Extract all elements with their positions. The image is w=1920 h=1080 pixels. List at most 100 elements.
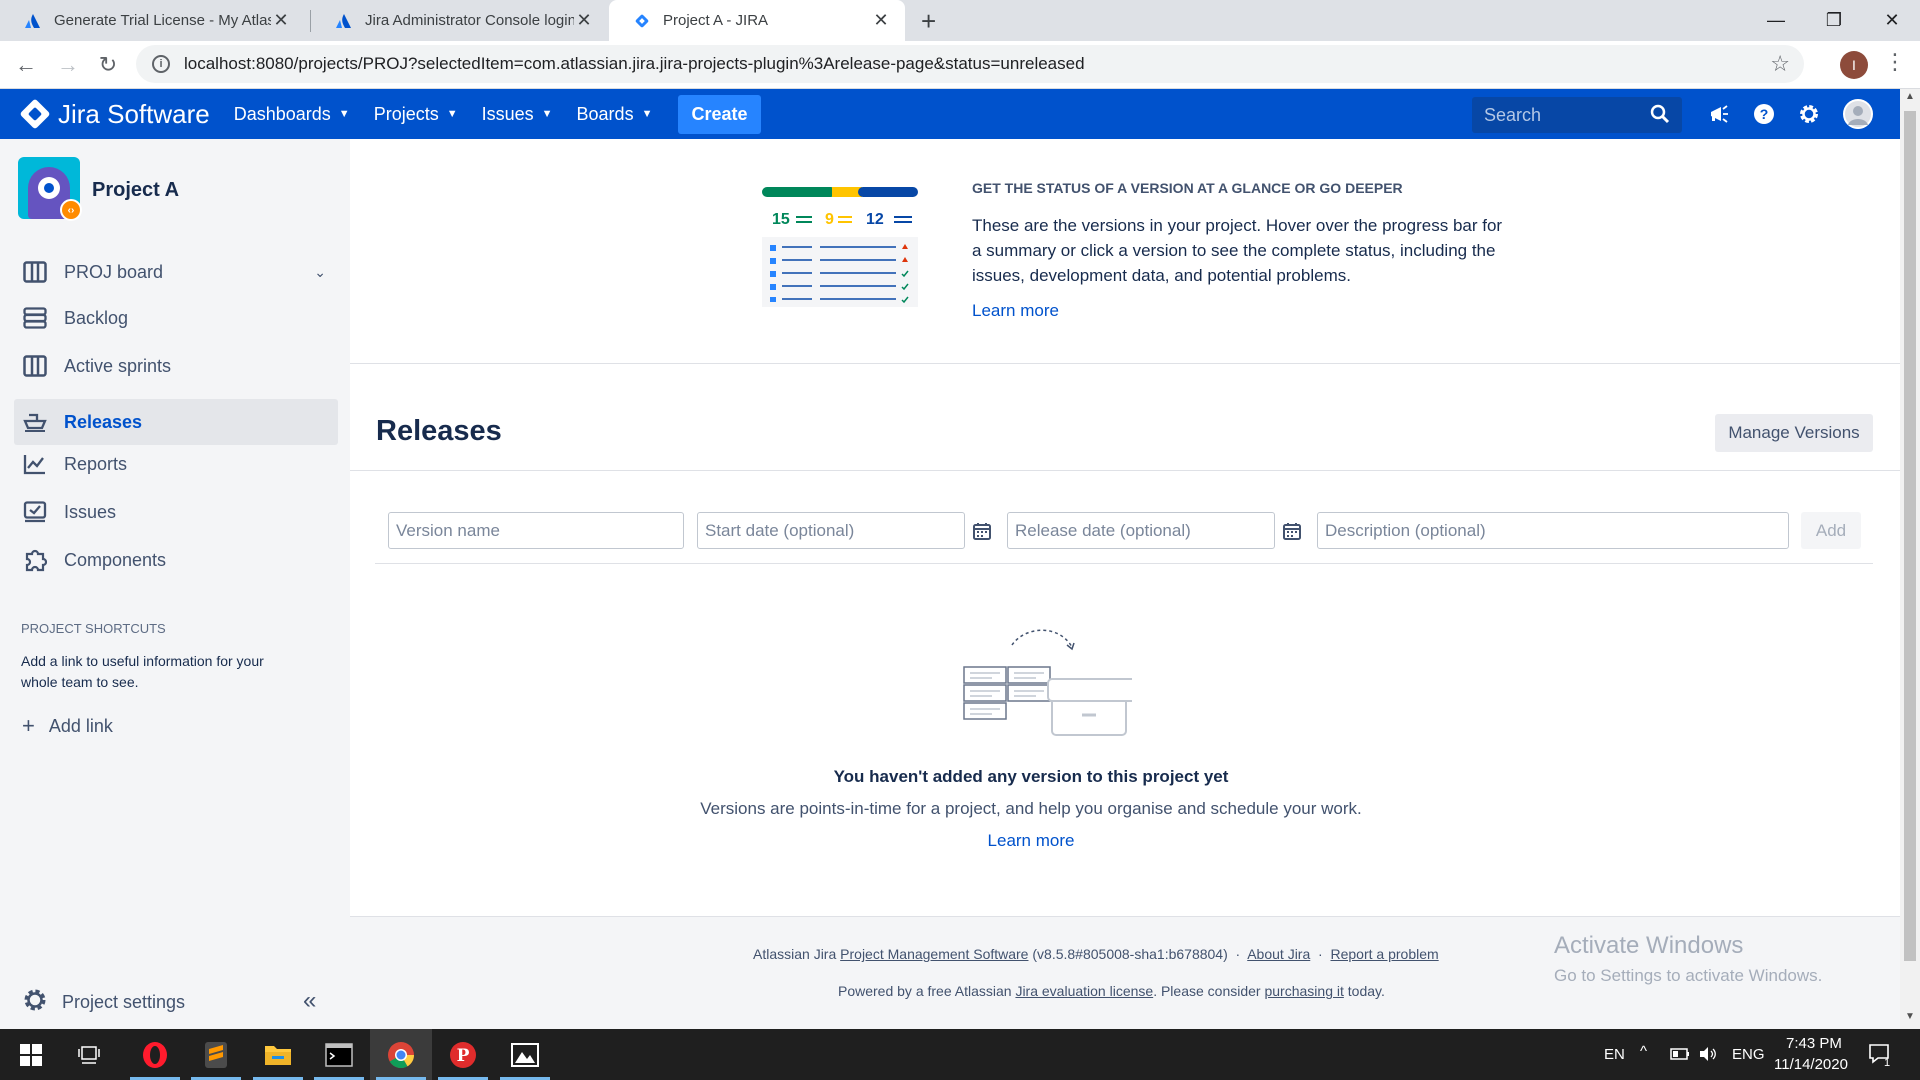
- collapse-sidebar-icon[interactable]: «: [303, 987, 316, 1015]
- footer-version: (v8.5.8#805008-sha1:b678804): [1032, 946, 1228, 962]
- close-tab-icon[interactable]: ✕: [871, 10, 891, 31]
- ship-icon: [22, 409, 48, 435]
- battery-icon[interactable]: [1670, 1047, 1690, 1061]
- footer-about-link[interactable]: About Jira: [1247, 946, 1310, 962]
- minimize-icon[interactable]: —: [1748, 0, 1804, 41]
- jira-logo[interactable]: Jira Software: [19, 98, 210, 130]
- footer-report-problem-link[interactable]: Report a problem: [1331, 946, 1439, 962]
- atlassian-icon: [25, 13, 40, 28]
- sidebar-item-components[interactable]: Components: [14, 537, 338, 583]
- footer-line-version: Atlassian Jira Project Management Softwa…: [753, 946, 1439, 962]
- sublime-text-icon[interactable]: [185, 1029, 247, 1080]
- close-window-icon[interactable]: ✕: [1864, 0, 1920, 41]
- divider: [350, 363, 1900, 364]
- browser-tab-project-a[interactable]: Project A - JIRA ✕: [609, 0, 905, 41]
- empty-state-heading: You haven't added any version to this pr…: [833, 767, 1229, 786]
- sidebar-item-board[interactable]: PROJ board ⌄: [14, 249, 338, 295]
- windows-taskbar: P EN ^ ENG 7:43 PM 11/14/2020 1: [0, 1029, 1920, 1080]
- feedback-megaphone-icon[interactable]: [1706, 101, 1732, 127]
- help-icon[interactable]: ?: [1751, 101, 1777, 127]
- tab-title: Jira Administrator Console login: [365, 12, 574, 29]
- sidebar-item-label: Components: [64, 549, 167, 570]
- divider: [375, 563, 1873, 564]
- user-avatar[interactable]: [1843, 99, 1873, 129]
- sidebar-item-active-sprints[interactable]: Active sprints: [14, 343, 338, 389]
- sidebar-item-releases[interactable]: Releases: [14, 399, 338, 445]
- url-field[interactable]: i localhost:8080/projects/PROJ?selectedI…: [136, 45, 1804, 83]
- chevron-down-icon[interactable]: ⌄: [314, 264, 326, 281]
- manage-versions-button[interactable]: Manage Versions: [1715, 414, 1873, 452]
- calendar-icon[interactable]: [1282, 521, 1302, 541]
- input-method[interactable]: ENG: [1732, 1046, 1765, 1063]
- reload-icon[interactable]: ↻: [92, 49, 124, 81]
- close-tab-icon[interactable]: ✕: [271, 10, 291, 31]
- clock-time[interactable]: 7:43 PM: [1786, 1035, 1842, 1052]
- site-info-icon[interactable]: i: [152, 55, 170, 73]
- project-settings-link[interactable]: Project settings: [22, 987, 185, 1018]
- browser-tab-admin-login[interactable]: Jira Administrator Console login ✕: [311, 0, 608, 41]
- empty-state-text: Versions are points-in-time for a projec…: [700, 799, 1362, 818]
- volume-icon[interactable]: [1698, 1046, 1718, 1062]
- browser-profile-avatar[interactable]: I: [1840, 51, 1868, 79]
- sidebar-item-backlog[interactable]: Backlog: [14, 295, 338, 341]
- photos-icon[interactable]: [494, 1029, 556, 1080]
- file-explorer-icon[interactable]: [247, 1029, 309, 1080]
- back-icon[interactable]: ←: [10, 49, 42, 81]
- terminal-icon[interactable]: [308, 1029, 370, 1080]
- sidebar-item-reports[interactable]: Reports: [14, 441, 338, 487]
- browser-menu-icon[interactable]: ⋮: [1884, 49, 1906, 75]
- promo-learn-more-link[interactable]: Learn more: [972, 301, 1059, 321]
- description-input[interactable]: Description (optional): [1317, 512, 1789, 549]
- restore-icon[interactable]: ❐: [1806, 0, 1862, 41]
- footer-purchase-link[interactable]: purchasing it: [1264, 983, 1343, 999]
- opera-icon[interactable]: [124, 1029, 186, 1080]
- project-sidebar: ‹› Project A PROJ board ⌄ Backlog Active…: [0, 139, 350, 1029]
- new-tab-icon[interactable]: +: [921, 6, 936, 37]
- close-tab-icon[interactable]: ✕: [574, 10, 594, 31]
- clock-date[interactable]: 11/14/2020: [1774, 1056, 1848, 1073]
- nav-projects[interactable]: Projects ▼: [374, 104, 458, 125]
- postman-like-icon[interactable]: P: [432, 1029, 494, 1080]
- start-date-input[interactable]: Start date (optional): [697, 512, 965, 549]
- windows-start-icon[interactable]: [0, 1029, 62, 1080]
- nav-dashboards[interactable]: Dashboards ▼: [234, 104, 350, 125]
- watermark-line1: Activate Windows: [1554, 932, 1744, 959]
- footer-license-link[interactable]: Jira evaluation license: [1015, 983, 1153, 999]
- page-scrollbar[interactable]: ▲ ▼: [1900, 89, 1920, 1029]
- svg-text:P: P: [457, 1046, 470, 1066]
- scroll-up-icon[interactable]: ▲: [1900, 91, 1920, 107]
- add-link-button[interactable]: + Add link: [22, 713, 113, 739]
- project-shortcuts-text: Add a link to useful information for you…: [21, 653, 264, 690]
- scroll-down-icon[interactable]: ▼: [1900, 1011, 1920, 1027]
- create-button[interactable]: Create: [678, 94, 761, 134]
- empty-state-learn-more-link[interactable]: Learn more: [350, 831, 1712, 851]
- count-in-progress: 9: [825, 211, 834, 228]
- keyboard-language[interactable]: EN: [1604, 1046, 1625, 1063]
- chart-icon: [22, 451, 48, 477]
- release-date-input[interactable]: Release date (optional): [1007, 512, 1275, 549]
- project-name[interactable]: Project A: [92, 179, 179, 202]
- nav-label: Dashboards: [233, 103, 331, 124]
- add-version-button[interactable]: Add: [1801, 512, 1861, 549]
- calendar-icon[interactable]: [972, 521, 992, 541]
- sidebar-item-issues[interactable]: Issues: [14, 489, 338, 535]
- empty-versions-illustration: [963, 629, 1132, 736]
- nav-issues[interactable]: Issues ▼: [482, 104, 553, 125]
- task-view-icon[interactable]: [58, 1029, 120, 1080]
- footer-license-mid: . Please consider: [1153, 983, 1261, 999]
- nav-boards[interactable]: Boards ▼: [577, 104, 653, 125]
- address-bar: ← → ↻ i localhost:8080/projects/PROJ?sel…: [0, 41, 1920, 89]
- project-shortcuts-heading: PROJECT SHORTCUTS: [21, 621, 166, 636]
- url-text: localhost:8080/projects/PROJ?selectedIte…: [184, 54, 1085, 73]
- settings-gear-icon[interactable]: [1796, 101, 1822, 127]
- forward-icon[interactable]: →: [52, 49, 84, 81]
- search-input[interactable]: Search: [1472, 97, 1682, 133]
- browser-tab-trial-license[interactable]: Generate Trial License - My Atlas ✕: [0, 0, 305, 41]
- scrollbar-thumb[interactable]: [1904, 111, 1916, 961]
- footer-pm-software-link[interactable]: Project Management Software: [840, 946, 1028, 962]
- chrome-icon[interactable]: [370, 1029, 432, 1080]
- sidebar-item-label: Releases: [64, 411, 143, 432]
- version-name-input[interactable]: Version name: [388, 512, 684, 549]
- bookmark-star-icon[interactable]: ☆: [1770, 51, 1790, 77]
- show-hidden-icons-icon[interactable]: ^: [1640, 1043, 1647, 1060]
